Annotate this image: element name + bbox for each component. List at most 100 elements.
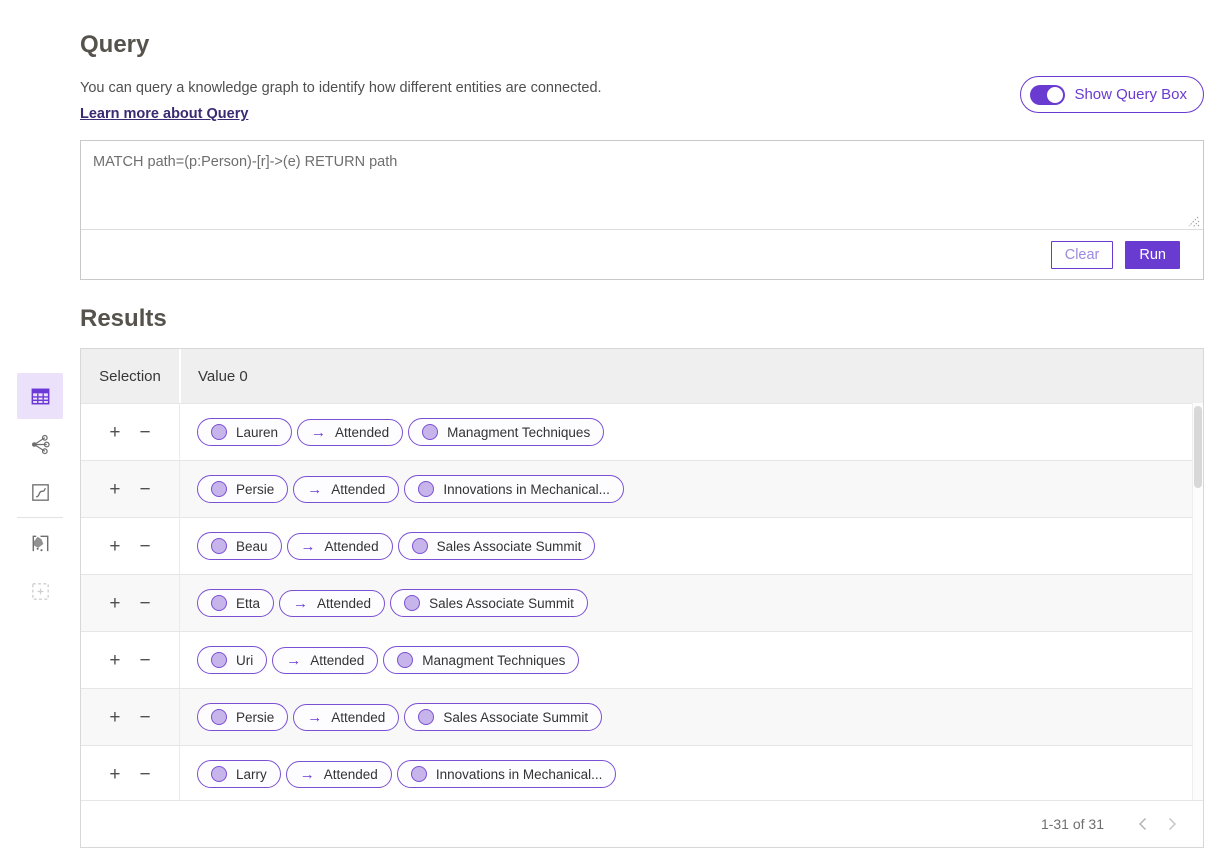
scrollbar-thumb[interactable]	[1194, 406, 1202, 488]
clear-button[interactable]: Clear	[1051, 241, 1114, 269]
add-to-selection-button[interactable]: +	[109, 765, 120, 784]
add-to-selection-button[interactable]: +	[109, 594, 120, 613]
view-switcher-sidebar	[17, 373, 63, 616]
add-to-selection-button[interactable]: +	[109, 423, 120, 442]
page-title: Query	[80, 31, 1204, 59]
arrow-right-icon: →	[286, 653, 301, 668]
selection-cell: + −	[81, 404, 179, 460]
pagination-range: 1-31 of 31	[1041, 816, 1104, 832]
graph-view-button[interactable]	[17, 421, 63, 467]
entity-pill-person[interactable]: Lauren	[197, 418, 292, 446]
entity-node-icon	[418, 481, 434, 497]
entity-pill-target[interactable]: Managment Techniques	[408, 418, 604, 446]
target-pill-label: Innovations in Mechanical...	[443, 482, 610, 497]
selection-cell: + −	[81, 689, 179, 745]
remove-from-selection-button[interactable]: −	[140, 708, 151, 727]
target-pill-label: Sales Associate Summit	[437, 539, 582, 554]
next-page-button[interactable]	[1157, 809, 1187, 839]
person-pill-label: Lauren	[236, 425, 278, 440]
relationship-pill[interactable]: → Attended	[279, 590, 385, 617]
arrow-right-icon: →	[307, 710, 322, 725]
entity-pill-person[interactable]: Larry	[197, 760, 281, 788]
entity-pill-person[interactable]: Uri	[197, 646, 267, 674]
query-page: Query You can query a knowledge graph to…	[80, 0, 1204, 848]
entity-pill-target[interactable]: Sales Associate Summit	[398, 532, 596, 560]
map-view-icon	[29, 532, 52, 555]
add-to-selection-button[interactable]: +	[109, 651, 120, 670]
relationship-pill[interactable]: → Attended	[293, 476, 399, 503]
relation-pill-label: Attended	[331, 482, 385, 497]
relation-pill-label: Attended	[324, 767, 378, 782]
learn-more-link[interactable]: Learn more about Query	[80, 106, 248, 122]
entity-node-icon	[418, 709, 434, 725]
person-pill-label: Uri	[236, 653, 253, 668]
graph-view-icon	[29, 433, 52, 456]
selection-cell: + −	[81, 632, 179, 688]
entity-pill-person[interactable]: Beau	[197, 532, 282, 560]
relation-pill-label: Attended	[331, 710, 385, 725]
arrow-right-icon: →	[300, 767, 315, 782]
remove-from-selection-button[interactable]: −	[140, 651, 151, 670]
selection-cell: + −	[81, 518, 179, 574]
entity-node-icon	[422, 424, 438, 440]
table-header: Selection Value 0	[81, 349, 1203, 403]
entity-pill-person[interactable]: Etta	[197, 589, 274, 617]
add-to-selection-button[interactable]: +	[109, 708, 120, 727]
map-view-button[interactable]	[17, 520, 63, 566]
arrow-right-icon: →	[307, 482, 322, 497]
previous-page-button[interactable]	[1127, 809, 1157, 839]
remove-from-selection-button[interactable]: −	[140, 765, 151, 784]
target-pill-label: Sales Associate Summit	[429, 596, 574, 611]
relationship-pill[interactable]: → Attended	[293, 704, 399, 731]
relation-pill-label: Attended	[335, 425, 389, 440]
chart-view-button[interactable]	[17, 469, 63, 515]
relation-pill-label: Attended	[325, 539, 379, 554]
entity-pill-target[interactable]: Managment Techniques	[383, 646, 579, 674]
entity-node-icon	[211, 766, 227, 782]
value-cell: Uri → Attended Managment Techniques	[179, 632, 1203, 688]
value-cell: Beau → Attended Sales Associate Summit	[179, 518, 1203, 574]
value-cell: Persie → Attended Innovations in Mechani…	[179, 461, 1203, 517]
value-cell: Persie → Attended Sales Associate Summit	[179, 689, 1203, 745]
relationship-pill[interactable]: → Attended	[286, 761, 392, 788]
arrow-right-icon: →	[301, 539, 316, 554]
table-view-icon	[29, 385, 52, 408]
remove-from-selection-button[interactable]: −	[140, 594, 151, 613]
entity-pill-target[interactable]: Innovations in Mechanical...	[397, 760, 617, 788]
textarea-resize-handle[interactable]	[1187, 215, 1200, 228]
entity-pill-target[interactable]: Sales Associate Summit	[404, 703, 602, 731]
show-query-box-toggle[interactable]: Show Query Box	[1020, 76, 1204, 113]
toggle-switch-icon[interactable]	[1030, 85, 1065, 105]
relationship-pill[interactable]: → Attended	[272, 647, 378, 674]
add-to-selection-button[interactable]: +	[109, 480, 120, 499]
toggle-label: Show Query Box	[1074, 86, 1187, 103]
entity-node-icon	[211, 538, 227, 554]
vertical-scrollbar[interactable]	[1192, 403, 1203, 802]
entity-pill-target[interactable]: Innovations in Mechanical...	[404, 475, 624, 503]
remove-from-selection-button[interactable]: −	[140, 423, 151, 442]
relationship-pill[interactable]: → Attended	[287, 533, 393, 560]
column-header-value: Value 0	[181, 349, 1203, 403]
run-button[interactable]: Run	[1125, 241, 1180, 269]
value-cell: Larry → Attended Innovations in Mechanic…	[179, 746, 1203, 802]
entity-pill-person[interactable]: Persie	[197, 703, 288, 731]
relationship-pill[interactable]: → Attended	[297, 419, 403, 446]
table-view-button[interactable]	[17, 373, 63, 419]
chevron-right-icon	[1168, 817, 1177, 831]
remove-from-selection-button[interactable]: −	[140, 537, 151, 556]
add-to-selection-button[interactable]: +	[109, 537, 120, 556]
query-actions-bar: Clear Run	[81, 230, 1203, 279]
selection-cell: + −	[81, 575, 179, 631]
table-row: + − Larry → Attended Innovations in Mech…	[81, 745, 1203, 802]
chart-view-icon	[29, 481, 52, 504]
query-input[interactable]: MATCH path=(p:Person)-[r]->(e) RETURN pa…	[81, 141, 1203, 230]
entity-node-icon	[211, 595, 227, 611]
entity-pill-person[interactable]: Persie	[197, 475, 288, 503]
layout-view-button	[17, 568, 63, 614]
query-box: MATCH path=(p:Person)-[r]->(e) RETURN pa…	[80, 140, 1204, 280]
table-row: + − Etta → Attended Sales Associate Summ…	[81, 574, 1203, 631]
table-row: + − Persie → Attended Innovations in Mec…	[81, 460, 1203, 517]
entity-pill-target[interactable]: Sales Associate Summit	[390, 589, 588, 617]
entity-node-icon	[211, 481, 227, 497]
remove-from-selection-button[interactable]: −	[140, 480, 151, 499]
